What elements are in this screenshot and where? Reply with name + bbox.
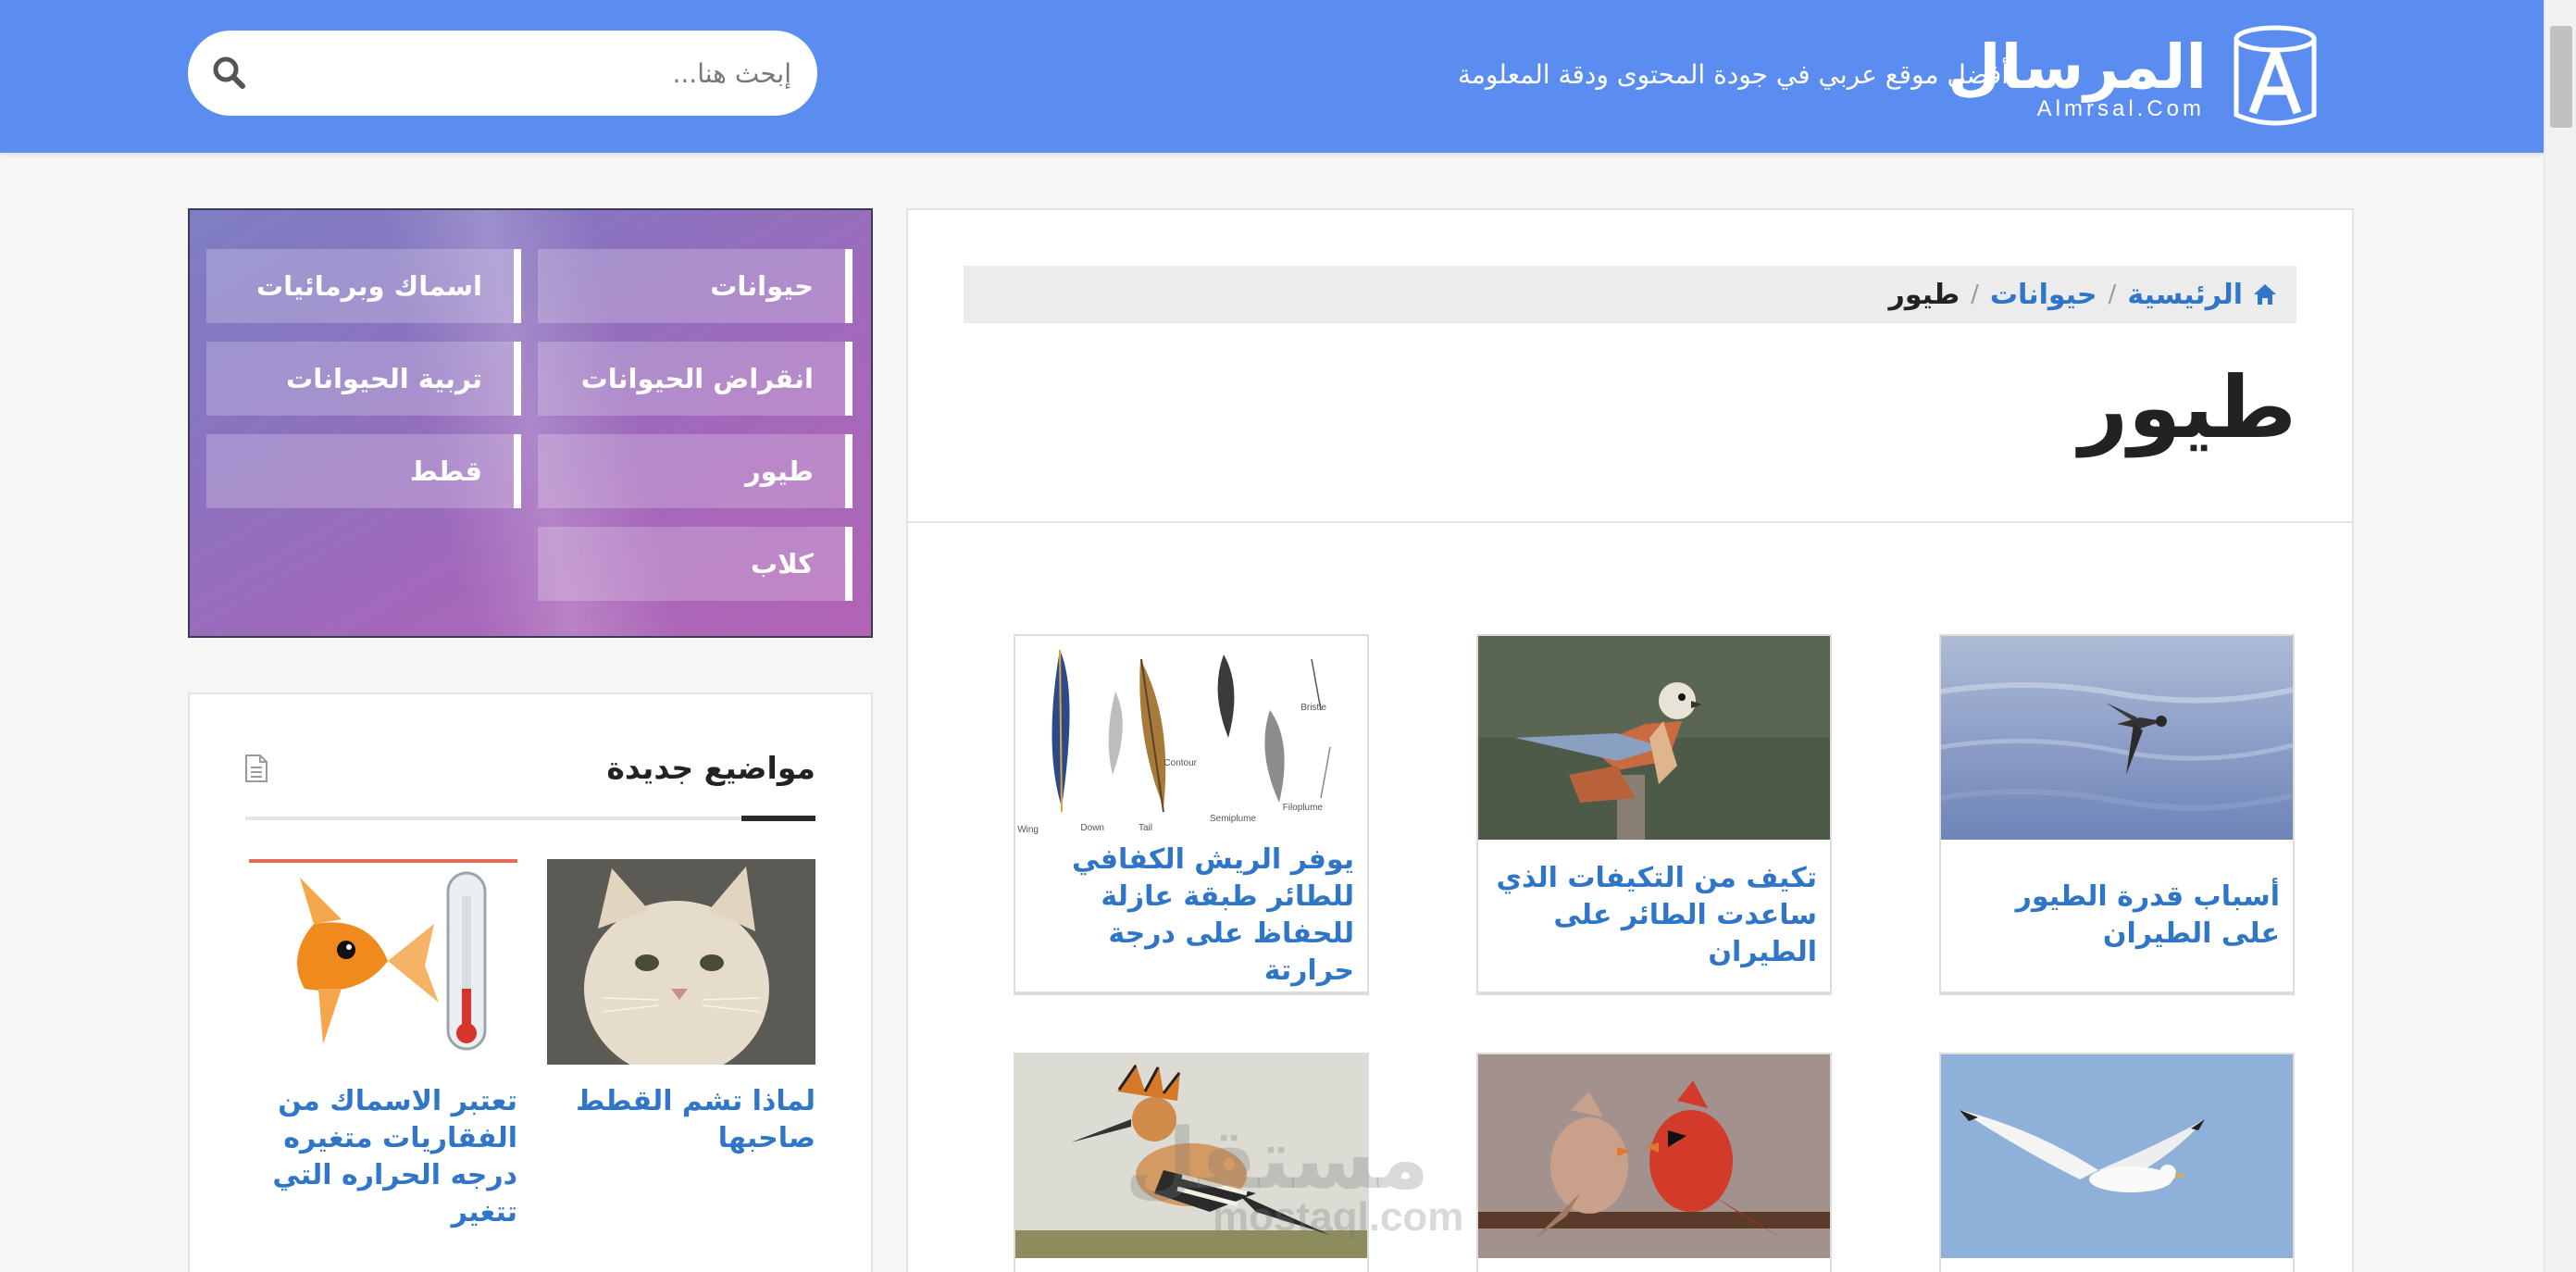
breadcrumb-parent-link[interactable]: حيوانات [1990, 279, 2097, 311]
feather-label-bristle: Bristle [1300, 703, 1326, 713]
page-title: طيور [2079, 358, 2296, 457]
article-title: أسباب قدرة الطيور على الطيران [2015, 880, 2280, 950]
article-title: تكيف من التكيفات الذي ساعدت الطائر على ا… [1496, 862, 1817, 968]
breadcrumb-separator: / [1971, 281, 1979, 308]
article-card[interactable]: Wing Down Tail Contour Semiplume Bristle… [1014, 634, 1369, 995]
article-image-kestrel-on-post [1478, 636, 1830, 840]
article-card[interactable]: تكيف من التكيفات الذي ساعدت الطائر على ا… [1476, 634, 1832, 995]
feather-label-wing: Wing [1017, 825, 1039, 835]
breadcrumb: الرئيسية / حيوانات / طيور [964, 266, 2296, 323]
article-image-cardinals-pair [1478, 1054, 1830, 1258]
category-animal-extinction[interactable]: انقراض الحيوانات [538, 342, 852, 416]
main-panel: الرئيسية / حيوانات / طيور طيور أسباب قدر… [906, 208, 2354, 1272]
site-tagline: أفضل موقع عربي في جودة المحتوى ودقة المع… [1457, 59, 2009, 90]
category-cats[interactable]: قطط [206, 434, 521, 508]
topic-title: لماذا تشم القطط صاحبها [575, 1085, 815, 1154]
home-icon [2254, 284, 2276, 305]
article-title [1954, 1258, 2280, 1272]
feather-label-contour: Contour [1164, 758, 1197, 768]
breadcrumb-current: طيور [1888, 278, 1960, 311]
topic-item[interactable]: تعتبر الاسماك من الفقاريات متغيره درجه ا… [249, 859, 517, 1231]
new-topics-widget: مواضيع جديدة لماذا تشم القطط صاحبها تعتب… [188, 692, 873, 1272]
category-panel: حيوانات اسماك وبرمائيات انقراض الحيوانات… [188, 208, 873, 638]
article-title [1028, 1258, 1354, 1272]
category-animals[interactable]: حيوانات [538, 249, 852, 323]
article-image-feather-types-diagram: Wing Down Tail Contour Semiplume Bristle… [1015, 636, 1367, 840]
breadcrumb-separator: / [2108, 281, 2117, 308]
site-header: المرسال Almrsal.Com أفضل موقع عربي في جو… [0, 0, 2544, 153]
article-title: يوفر الريش الكفافي للطائر طبقة عازلة للح… [1072, 843, 1354, 987]
scrollbar-thumb[interactable] [2550, 26, 2572, 128]
heading-underline [245, 817, 815, 820]
feather-label-filoplume: Filoplume [1283, 803, 1324, 813]
search-icon [213, 56, 245, 89]
article-card[interactable] [1939, 1053, 2295, 1272]
category-dogs[interactable]: كلاب [538, 527, 852, 601]
topic-item[interactable]: لماذا تشم القطط صاحبها [547, 859, 815, 1157]
article-card[interactable] [1476, 1053, 1832, 1272]
article-card[interactable]: أسباب قدرة الطيور على الطيران [1939, 634, 2295, 995]
topic-image-goldfish-thermometer [249, 859, 517, 1065]
feather-label-down: Down [1080, 823, 1104, 833]
article-title [1491, 1258, 1817, 1272]
article-image-bird-over-water [1941, 636, 2293, 840]
logo-subtitle: Almrsal.Com [2036, 96, 2205, 121]
search-input[interactable] [292, 47, 791, 99]
feather-label-semiplume: Semiplume [1210, 814, 1256, 824]
category-fish-amphibians[interactable]: اسماك وبرمائيات [206, 249, 521, 323]
site-logo[interactable]: المرسال Almrsal.Com [1948, 24, 2321, 131]
category-birds[interactable]: طيور [538, 434, 852, 508]
title-divider [908, 521, 2352, 523]
page-scrollbar[interactable] [2544, 0, 2576, 1272]
article-image-seagull-flying [1941, 1054, 2293, 1258]
topic-image-kitten [547, 859, 815, 1065]
search-box [188, 31, 817, 116]
document-icon [245, 754, 268, 782]
search-button[interactable] [208, 53, 249, 94]
breadcrumb-home-link[interactable]: الرئيسية [2127, 279, 2243, 311]
category-animal-breeding[interactable]: تربية الحيوانات [206, 342, 521, 416]
watermark-url: mostaql.com [1213, 1194, 1464, 1240]
new-topics-heading: مواضيع جديدة [606, 750, 815, 786]
topic-title: تعتبر الاسماك من الفقاريات متغيره درجه ا… [272, 1085, 517, 1228]
logo-icon [2234, 25, 2317, 126]
heading-underline-accent [741, 816, 815, 821]
feather-label-tail: Tail [1139, 823, 1152, 833]
